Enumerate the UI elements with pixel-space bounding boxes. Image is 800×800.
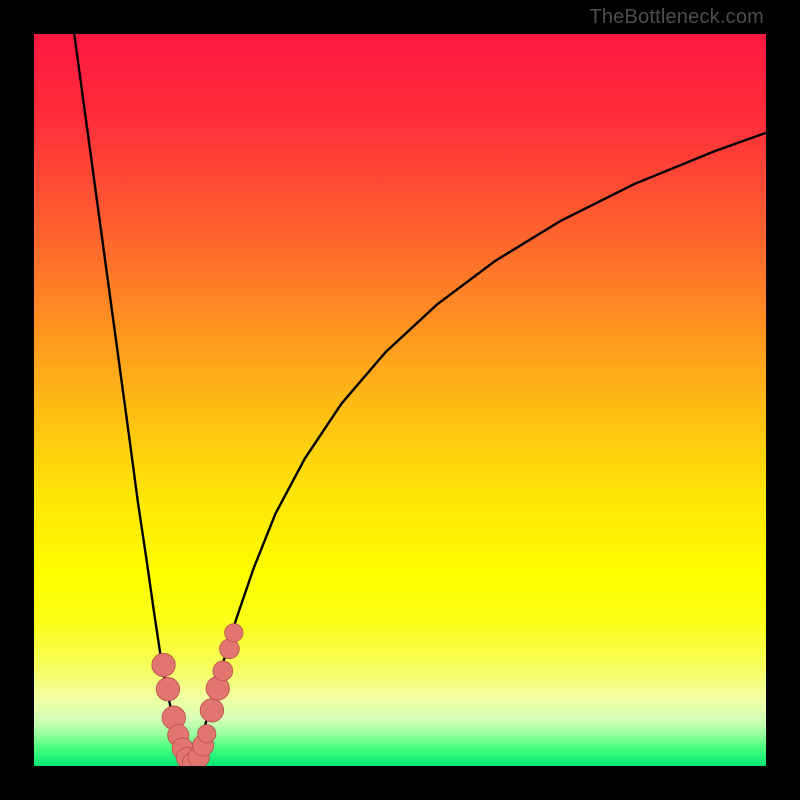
watermark-text: TheBottleneck.com (589, 6, 764, 29)
data-point (213, 661, 233, 681)
data-point (200, 699, 223, 722)
plot-area (34, 34, 766, 766)
curve-right-branch (191, 133, 766, 764)
data-point (225, 624, 243, 642)
data-point (198, 725, 216, 743)
chart-frame: TheBottleneck.com (0, 0, 800, 800)
data-point-markers (152, 624, 243, 766)
data-point (152, 653, 175, 676)
data-point (156, 677, 179, 700)
curve-left-branch (74, 34, 191, 764)
curve-layer (34, 34, 766, 766)
